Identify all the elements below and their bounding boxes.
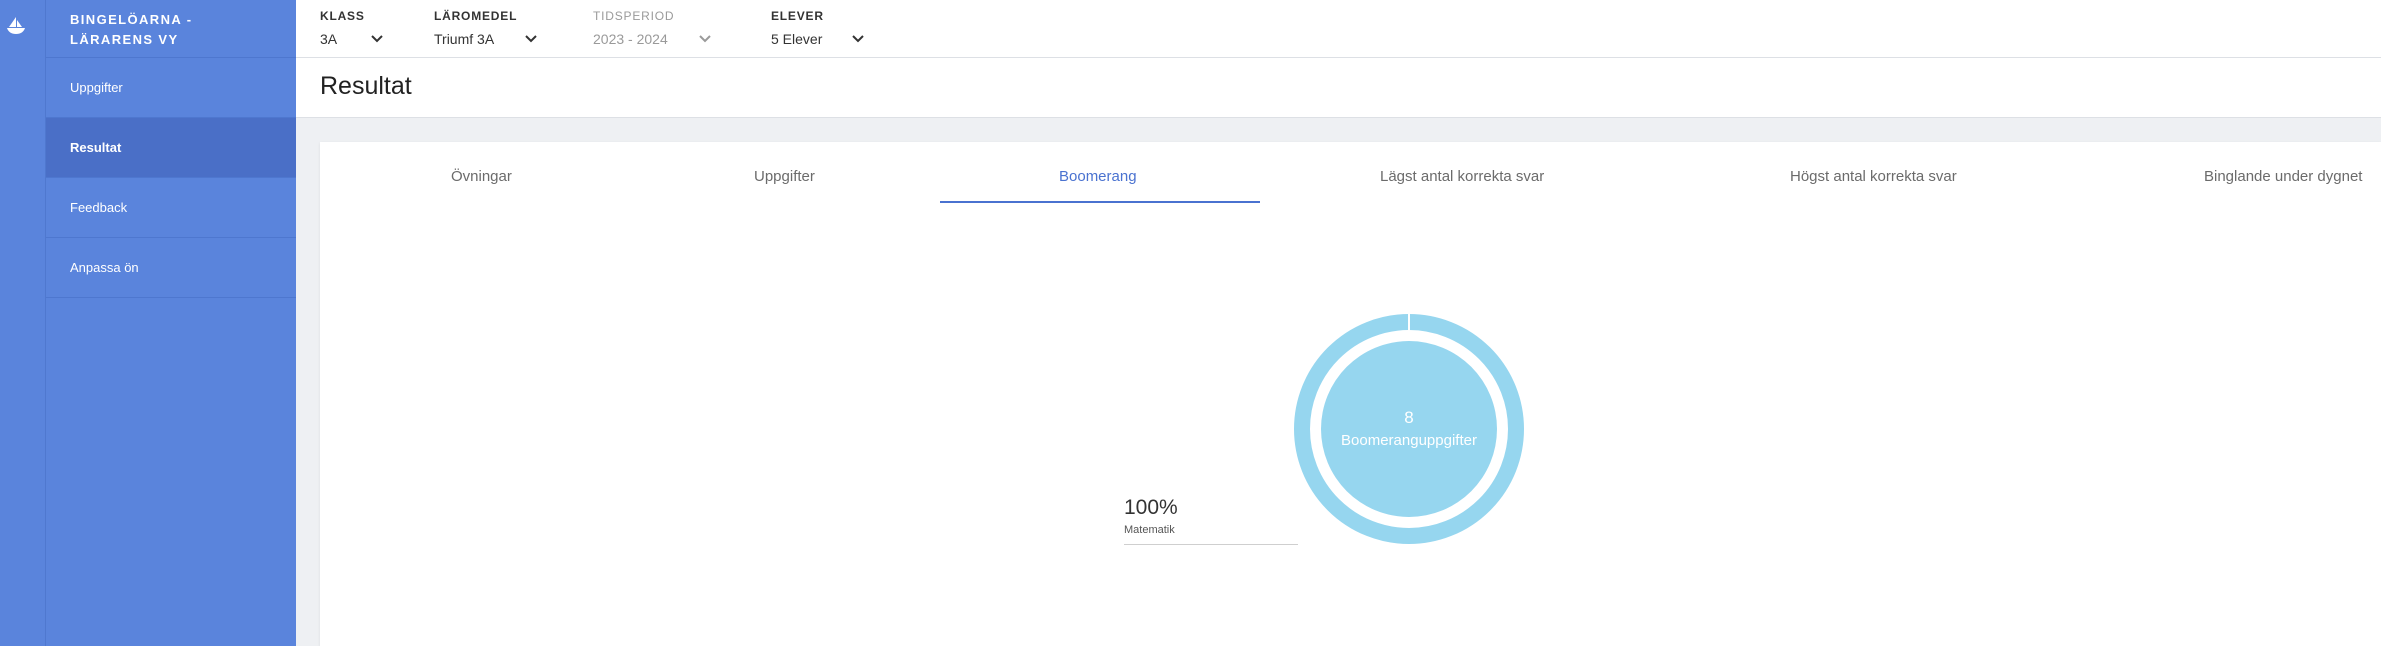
active-tab-indicator xyxy=(940,201,1260,203)
boomerang-count-label: Boomeranguppgifter xyxy=(1341,432,1477,449)
chevron-down-icon xyxy=(852,35,864,43)
legend-subject: Matematik xyxy=(1124,524,1175,536)
tab-ovningar[interactable]: Övningar xyxy=(451,168,512,185)
tab-lagst-antal[interactable]: Lägst antal korrekta svar xyxy=(1380,168,1544,185)
app-rail xyxy=(0,0,46,646)
filter-bar: KLASS 3A LÄROMEDEL Triumf 3A TIDSPERIOD … xyxy=(296,0,2381,58)
donut-legend-item: 100% Matematik xyxy=(1124,496,1298,545)
results-card: Övningar Uppgifter Boomerang Lägst antal… xyxy=(320,142,2381,646)
chevron-down-icon xyxy=(699,35,711,43)
sidebar-brand-title: BINGELÖARNA - LÄRARENS VY xyxy=(46,0,296,58)
sidebar-item-uppgifter[interactable]: Uppgifter xyxy=(46,58,296,118)
sidebar-item-feedback[interactable]: Feedback xyxy=(46,178,296,238)
laromedel-filter[interactable]: LÄROMEDEL Triumf 3A xyxy=(434,9,538,47)
sidebar-item-resultat[interactable]: Resultat xyxy=(46,118,296,178)
elever-value: 5 Elever xyxy=(771,31,823,47)
tab-binglande[interactable]: Binglande under dygnet xyxy=(2204,168,2362,185)
results-tabs: Övningar Uppgifter Boomerang Lägst antal… xyxy=(320,142,2381,203)
boomerang-count: 8 xyxy=(1404,408,1414,427)
chevron-down-icon xyxy=(525,35,537,43)
boomerang-donut-chart: 8 Boomeranguppgifter xyxy=(1294,314,1524,544)
tab-uppgifter[interactable]: Uppgifter xyxy=(754,168,815,185)
page-header: Resultat xyxy=(296,58,2381,118)
tab-hogst-antal[interactable]: Högst antal korrekta svar xyxy=(1790,168,1957,185)
tidsperiod-label: TIDSPERIOD xyxy=(593,9,675,23)
page-title: Resultat xyxy=(320,72,412,100)
legend-percent: 100% xyxy=(1124,496,1178,519)
sidebar: BINGELÖARNA - LÄRARENS VY Uppgifter Resu… xyxy=(46,0,296,646)
klass-label: KLASS xyxy=(320,9,365,23)
island-logo-icon[interactable] xyxy=(4,14,28,38)
laromedel-value: Triumf 3A xyxy=(434,31,495,47)
chevron-down-icon xyxy=(371,35,383,43)
sidebar-item-anpassa-on[interactable]: Anpassa ön xyxy=(46,238,296,298)
klass-filter[interactable]: KLASS 3A xyxy=(320,9,384,47)
laromedel-label: LÄROMEDEL xyxy=(434,9,518,23)
tidsperiod-filter[interactable]: TIDSPERIOD 2023 - 2024 xyxy=(593,9,712,47)
klass-value: 3A xyxy=(320,31,338,47)
elever-label: ELEVER xyxy=(771,9,824,23)
tidsperiod-value: 2023 - 2024 xyxy=(593,31,668,47)
tab-boomerang[interactable]: Boomerang xyxy=(1059,168,1137,185)
elever-filter[interactable]: ELEVER 5 Elever xyxy=(771,9,865,47)
donut-center-label: 8 Boomeranguppgifter xyxy=(1294,314,1524,544)
